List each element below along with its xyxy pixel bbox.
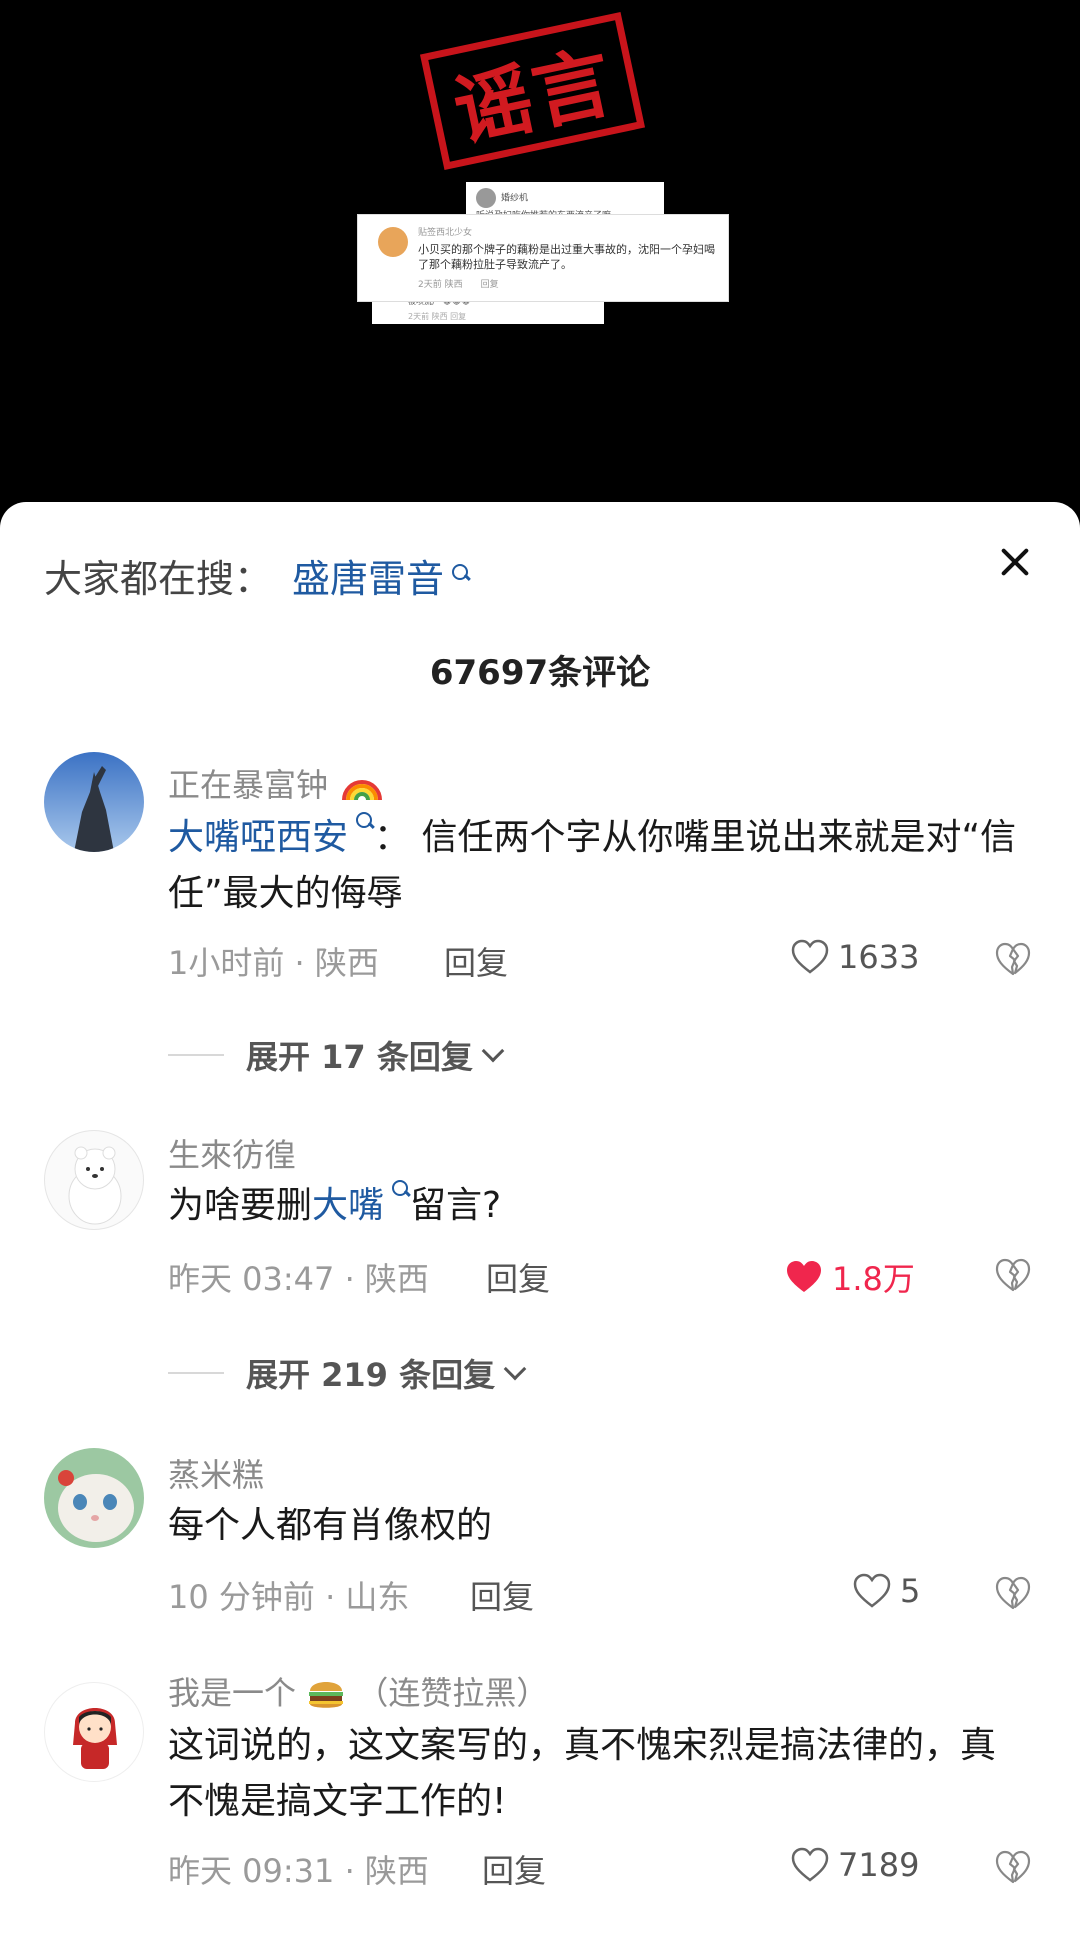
like-count: 5: [900, 1572, 921, 1610]
avatar[interactable]: [44, 752, 144, 852]
expand-label: 展开 17 条回复: [246, 1038, 473, 1076]
heart-icon: [787, 1261, 821, 1292]
avatar: [378, 227, 408, 257]
comment-text: 为啥要删大嘴 留言?: [168, 1178, 1018, 1234]
comment-count: 67697条评论: [429, 653, 651, 693]
chevron-down-icon: [481, 1039, 505, 1063]
avatar: [476, 188, 496, 208]
username[interactable]: 生來彷徨: [168, 1130, 296, 1176]
like-button[interactable]: 7189: [790, 1846, 919, 1884]
like-button[interactable]: 5: [852, 1572, 920, 1610]
search-icon: [354, 810, 374, 838]
comment-meta: 10 分钟前 · 山东: [168, 1578, 410, 1616]
username[interactable]: 蒸米糕: [168, 1450, 264, 1496]
heart-icon: [791, 1847, 829, 1882]
card-meta: 2天前 陕西 回复: [418, 277, 716, 290]
comment-text: 大嘴啞西安： 信任两个字从你嘴里说出来就是对“信任”最大的侮辱: [168, 810, 1018, 922]
card-name: 贴签西北少女: [418, 228, 473, 238]
card-reply: 回复: [480, 279, 499, 290]
avatar[interactable]: [44, 1130, 144, 1230]
search-suggestion[interactable]: 大家都在搜： 盛唐雷音: [44, 548, 470, 603]
username-text: 我是一个: [168, 1674, 297, 1712]
comment-meta: 昨天 03:47 · 陕西: [168, 1260, 429, 1298]
reply-button[interactable]: 回复: [470, 1572, 534, 1618]
reply-button[interactable]: 回复: [444, 938, 508, 984]
username[interactable]: 正在暴富钟: [168, 760, 384, 806]
comment-meta: 1小时前 · 陕西: [168, 944, 379, 982]
close-icon[interactable]: [995, 542, 1035, 582]
comment-text: 每个人都有肖像权的: [168, 1505, 493, 1546]
divider-line: [168, 1054, 224, 1056]
search-prefix: 大家都在搜：: [44, 557, 273, 601]
stamp-text: 谣言: [446, 36, 622, 159]
chevron-down-icon: [503, 1357, 527, 1381]
avatar[interactable]: [44, 1448, 144, 1548]
expand-replies-button[interactable]: 展开 17 条回复: [168, 1032, 505, 1078]
mention-link[interactable]: 大嘴: [312, 1185, 384, 1226]
reply-button[interactable]: 回复: [486, 1254, 550, 1300]
like-count: 7189: [838, 1846, 920, 1884]
search-term-link[interactable]: 盛唐雷音: [292, 548, 444, 603]
like-count: 1633: [838, 938, 920, 976]
search-icon: [390, 1178, 410, 1206]
expand-label: 展开 219 条回复: [246, 1356, 496, 1394]
comment-text: 这词说的，这文案写的，真不愧宋烈是搞法律的，真不愧是搞文字工作的!: [168, 1725, 997, 1822]
rainbow-emoji: [342, 780, 383, 801]
rumor-stamp: 谣言: [419, 11, 646, 171]
avatar[interactable]: [44, 1682, 144, 1782]
username-suffix: （连赞拉黑）: [356, 1674, 549, 1712]
card-text: 小贝买的那个牌子的藕粉是出过重大事故的，沈阳一个孕妇喝了那个藕粉拉肚子导致流产了…: [418, 243, 715, 272]
username-text: 正在暴富钟: [168, 766, 329, 804]
comment-body: 留言?: [410, 1185, 502, 1226]
broken-heart-icon[interactable]: [994, 1256, 1032, 1294]
comment-body: 为啥要删: [168, 1185, 313, 1226]
card-time: 2天前 陕西: [418, 279, 463, 290]
like-button[interactable]: 1633: [790, 938, 919, 976]
like-button[interactable]: 1.8万: [784, 1254, 915, 1300]
heart-icon: [853, 1573, 891, 1608]
heart-icon: [791, 939, 829, 974]
like-count: 1.8万: [832, 1260, 915, 1298]
mention-link[interactable]: 大嘴啞西安: [168, 817, 348, 858]
comment-sheet: 大家都在搜： 盛唐雷音 67697条评论 正在暴富钟 大嘴啞西安： 信任两个字从…: [0, 502, 1080, 1950]
screenshot-card-main: 贴签西北少女 小贝买的那个牌子的藕粉是出过重大事故的，沈阳一个孕妇喝了那个藕粉拉…: [358, 215, 728, 301]
broken-heart-icon[interactable]: [994, 1848, 1032, 1886]
username[interactable]: 我是一个 （连赞拉黑）: [168, 1668, 548, 1714]
card-name: 婚纱机: [501, 193, 529, 204]
reply-button[interactable]: 回复: [482, 1846, 546, 1892]
expand-replies-button[interactable]: 展开 219 条回复: [168, 1350, 527, 1396]
card-small-meta: 2天前 陕西 回复: [408, 312, 467, 321]
broken-heart-icon[interactable]: [994, 940, 1032, 978]
search-icon: [450, 562, 470, 590]
comment-meta: 昨天 09:31 · 陕西: [168, 1852, 429, 1890]
burger-emoji: [309, 1682, 344, 1708]
divider-line: [168, 1372, 224, 1374]
broken-heart-icon[interactable]: [994, 1574, 1032, 1612]
video-area[interactable]: 谣言 婚纱机 听说孕妇吃你推荐的东西流产了嘛 被喷流产 😂😂😂 2天前 陕西 回…: [0, 0, 1080, 510]
